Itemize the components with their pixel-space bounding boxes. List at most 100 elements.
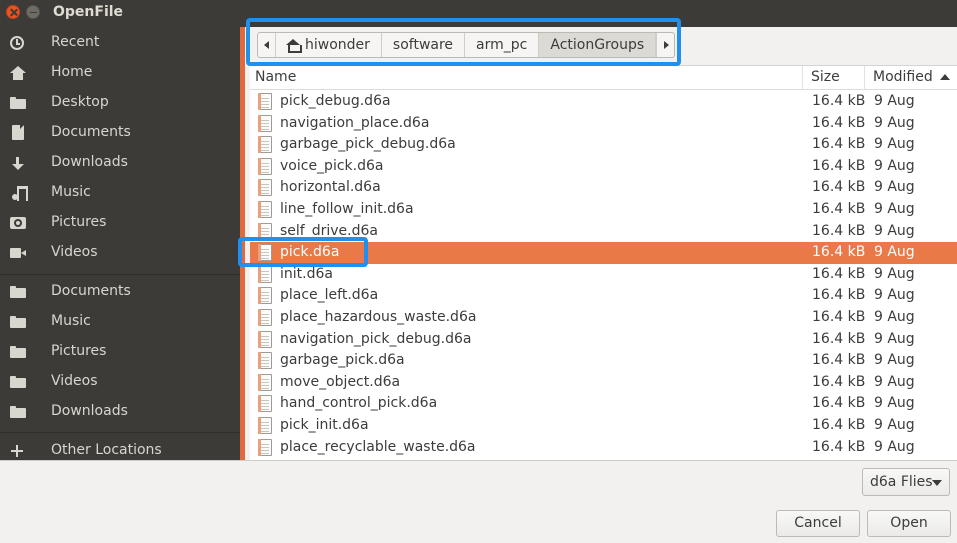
file-name: place_left.d6a	[280, 287, 379, 304]
cancel-button[interactable]: Cancel	[776, 510, 860, 537]
pathbar-scroll-right-icon[interactable]	[656, 33, 674, 57]
file-row[interactable]: pick_debug.d6a 16.4 kB 9 Aug	[250, 91, 957, 113]
column-header-modified[interactable]: Modified	[873, 69, 933, 85]
pathbar-segment-label: hiwonder	[305, 37, 370, 53]
open-button[interactable]: Open	[867, 510, 951, 537]
sidebar-item-label: Music	[51, 184, 91, 200]
file-name: pick_init.d6a	[280, 417, 369, 433]
file-name: horizontal.d6a	[280, 179, 381, 196]
file-row[interactable]: garbage_pick.d6a 16.4 kB 9 Aug	[250, 350, 957, 372]
file-row[interactable]: garbage_pick_debug.d6a 16.4 kB 9 Aug	[250, 134, 957, 156]
file-size: 16.4 kB	[812, 373, 866, 390]
file-row[interactable]: place_hazardous_waste.d6a 16.4 kB 9 Aug	[250, 307, 957, 329]
file-row[interactable]: voice_pick.d6a 16.4 kB 9 Aug	[250, 156, 957, 178]
file-row[interactable]: navigation_place.d6a 16.4 kB 9 Aug	[250, 113, 957, 135]
file-modified: 9 Aug	[874, 265, 915, 282]
sidebar-item-music[interactable]: Music	[0, 178, 240, 208]
text-file-icon	[258, 157, 272, 175]
pathbar: hiwonder software arm_pc ActionGroups	[257, 32, 676, 58]
document-icon	[12, 125, 24, 140]
text-file-icon	[258, 309, 272, 326]
file-modified: 9 Aug	[874, 287, 915, 304]
file-row[interactable]: hand_control_pick.d6a 16.4 kB 9 Aug	[250, 393, 957, 415]
file-size: 16.4 kB	[812, 157, 866, 174]
sidebar-item-label: Music	[51, 313, 91, 329]
sidebar-item-desktop[interactable]: Desktop	[0, 88, 240, 118]
file-row[interactable]: init.d6a 16.4 kB 9 Aug	[250, 264, 957, 286]
file-name: garbage_pick.d6a	[280, 352, 405, 369]
window-title: OpenFile	[53, 4, 124, 20]
file-name: place_recyclable_waste.d6a	[280, 438, 476, 455]
sidebar-item-videos[interactable]: Videos	[0, 238, 240, 268]
file-size: 16.4 kB	[812, 330, 866, 347]
file-row[interactable]: place_recyclable_waste.d6a 16.4 kB 9 Aug	[250, 437, 957, 459]
file-size: 16.4 kB	[812, 201, 866, 217]
music-icon	[10, 186, 28, 201]
sidebar-item-label: Pictures	[51, 214, 107, 230]
sidebar-bookmark-downloads[interactable]: Downloads	[0, 397, 240, 427]
file-name: self_drive.d6a	[280, 222, 378, 239]
file-row[interactable]: place_left.d6a 16.4 kB 9 Aug	[250, 285, 957, 307]
file-type-filter-dropdown[interactable]: d6a Flies	[862, 468, 950, 496]
sidebar-bookmark-pictures[interactable]: Pictures	[0, 337, 240, 367]
sidebar-item-recent[interactable]: Recent	[0, 28, 240, 58]
text-file-icon	[258, 287, 272, 305]
minimize-window-icon[interactable]	[26, 5, 40, 19]
text-file-icon	[258, 265, 272, 283]
text-file-icon	[258, 179, 272, 197]
sidebar-item-other-locations[interactable]: Other Locations	[0, 436, 240, 460]
pathbar-segment-arm-pc[interactable]: arm_pc	[465, 33, 540, 57]
file-size: 16.4 kB	[812, 265, 866, 282]
sidebar-item-label: Pictures	[51, 343, 107, 359]
file-modified: 9 Aug	[874, 244, 915, 261]
sidebar-item-label: Downloads	[51, 403, 128, 419]
sidebar-item-pictures[interactable]: Pictures	[0, 208, 240, 238]
file-name: place_hazardous_waste.d6a	[280, 309, 477, 325]
file-name: line_follow_init.d6a	[280, 201, 414, 217]
pathbar-segment-software[interactable]: software	[382, 33, 466, 57]
close-window-icon[interactable]	[6, 5, 20, 19]
sidebar-bookmark-videos[interactable]: Videos	[0, 367, 240, 397]
file-row[interactable]: move_object.d6a 16.4 kB 9 Aug	[250, 372, 957, 394]
sidebar-divider	[0, 432, 240, 433]
file-size: 16.4 kB	[812, 114, 866, 131]
text-file-icon	[258, 93, 272, 110]
file-row[interactable]: navigation_pick_debug.d6a 16.4 kB 9 Aug	[250, 329, 957, 351]
sidebar-item-label: Documents	[51, 124, 131, 140]
file-row[interactable]: horizontal.d6a 16.4 kB 9 Aug	[250, 177, 957, 199]
sidebar-item-documents[interactable]: Documents	[0, 118, 240, 148]
list-header: Name Size Modified	[250, 66, 957, 90]
column-header-name[interactable]: Name	[255, 69, 296, 85]
file-name: navigation_pick_debug.d6a	[280, 330, 472, 347]
sidebar-bookmark-documents[interactable]: Documents	[0, 277, 240, 307]
file-size: 16.4 kB	[812, 417, 866, 433]
sort-ascending-icon	[940, 74, 950, 80]
file-size: 16.4 kB	[812, 395, 866, 412]
file-row[interactable]: pick_init.d6a 16.4 kB 9 Aug	[250, 415, 957, 437]
dialog-footer: d6a Flies Cancel Open	[0, 460, 957, 543]
folder-icon	[10, 97, 26, 109]
folder-icon	[10, 316, 26, 328]
places-sidebar: Recent Home Desktop Documents Downloads …	[0, 27, 245, 460]
file-modified: 9 Aug	[874, 157, 915, 174]
file-size: 16.4 kB	[812, 309, 866, 325]
sidebar-item-home[interactable]: Home	[0, 58, 240, 88]
file-size: 16.4 kB	[812, 352, 866, 369]
sidebar-item-downloads[interactable]: Downloads	[0, 148, 240, 178]
text-file-icon	[258, 438, 272, 456]
pathbar-area: hiwonder software arm_pc ActionGroups	[250, 27, 957, 65]
column-header-size[interactable]: Size	[811, 69, 840, 85]
file-modified: 9 Aug	[874, 222, 915, 239]
file-row[interactable]: pick.d6a 16.4 kB 9 Aug	[250, 242, 957, 264]
pathbar-scroll-left-icon[interactable]	[258, 33, 276, 57]
file-modified: 9 Aug	[874, 93, 915, 109]
sidebar-bookmark-music[interactable]: Music	[0, 307, 240, 337]
text-file-icon	[258, 352, 272, 370]
file-row[interactable]: line_follow_init.d6a 16.4 kB 9 Aug	[250, 199, 957, 221]
pathbar-segment-actiongroups[interactable]: ActionGroups	[539, 33, 657, 57]
file-name: pick.d6a	[280, 244, 340, 261]
column-divider	[864, 66, 865, 90]
pathbar-segment-hiwonder[interactable]: hiwonder	[276, 33, 382, 57]
sidebar-item-label: Downloads	[51, 154, 128, 170]
file-row[interactable]: self_drive.d6a 16.4 kB 9 Aug	[250, 221, 957, 243]
